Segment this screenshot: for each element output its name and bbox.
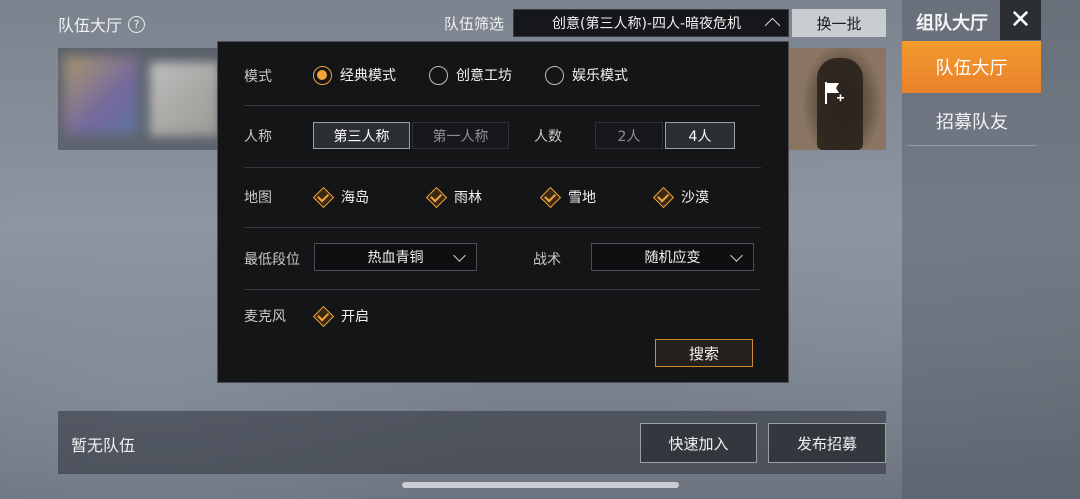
bottom-bar (58, 411, 886, 474)
help-icon[interactable]: ? (128, 15, 146, 33)
chevron-down-icon (730, 249, 743, 262)
divider (244, 289, 761, 290)
mode-option-label: 娱乐模式 (572, 68, 628, 84)
divider (244, 227, 761, 228)
team-card-thumbnail[interactable] (150, 62, 220, 136)
map-option-island[interactable]: 海岛 (312, 186, 369, 208)
divider (244, 105, 761, 106)
map-option-desert[interactable]: 沙漠 (652, 186, 709, 208)
team-filter-select[interactable]: 创意(第三人称)-四人-暗夜危机 (513, 9, 789, 37)
perspective-label: 人称 (244, 129, 272, 145)
lobby-title: 队伍大厅 ? (58, 12, 146, 36)
perspective-third-person[interactable]: 第三人称 (313, 122, 410, 149)
team-filter-value: 创意(第三人称)-四人-暗夜危机 (552, 16, 742, 32)
map-option-label: 雪地 (568, 190, 596, 206)
team-size-2[interactable]: 2人 (595, 122, 663, 149)
team-filter-label: 队伍筛选 (444, 15, 505, 33)
mode-option-classic[interactable]: 经典模式 (313, 65, 396, 85)
mode-option-label: 创意工坊 (456, 68, 512, 84)
home-indicator[interactable] (402, 482, 679, 488)
map-option-snow[interactable]: 雪地 (539, 186, 596, 208)
mode-label: 模式 (244, 69, 272, 85)
map-option-label: 海岛 (341, 190, 369, 206)
radio-selected-icon (313, 65, 332, 85)
map-option-label: 雨林 (454, 190, 482, 206)
mic-toggle[interactable]: 开启 (312, 305, 369, 327)
min-rank-label: 最低段位 (244, 252, 300, 268)
search-button[interactable]: 搜索 (655, 339, 753, 367)
tab-team-lobby[interactable]: 队伍大厅 (902, 41, 1041, 93)
flag-plus-icon (825, 82, 844, 104)
radio-empty-icon (429, 65, 448, 85)
check-diamond-icon (652, 186, 675, 208)
tactic-dropdown[interactable]: 随机应变 (591, 243, 754, 271)
tactic-value: 随机应变 (644, 250, 701, 266)
check-diamond-icon (312, 186, 335, 208)
filter-modal (217, 41, 789, 383)
close-button[interactable]: ✕ (1000, 0, 1041, 40)
check-diamond-icon (425, 186, 448, 208)
refresh-button[interactable]: 换一批 (792, 9, 886, 37)
no-team-text: 暂无队伍 (71, 436, 136, 455)
radio-empty-icon (545, 65, 564, 85)
create-team-card[interactable] (787, 48, 886, 150)
map-label: 地图 (244, 190, 272, 206)
map-option-label: 沙漠 (681, 190, 709, 206)
quick-join-button[interactable]: 快速加入 (640, 423, 757, 463)
divider (244, 167, 761, 168)
map-option-rainforest[interactable]: 雨林 (425, 186, 482, 208)
publish-recruit-button[interactable]: 发布招募 (768, 423, 886, 463)
mic-option-label: 开启 (341, 309, 369, 325)
side-panel-title: 组队大厅 (916, 13, 988, 34)
mode-option-fun[interactable]: 娱乐模式 (545, 65, 628, 85)
team-card-thumbnail[interactable] (64, 56, 138, 134)
close-icon: ✕ (1009, 5, 1032, 35)
check-diamond-icon (312, 305, 335, 327)
min-rank-dropdown[interactable]: 热血青铜 (314, 243, 477, 271)
mode-option-workshop[interactable]: 创意工坊 (429, 65, 512, 85)
lobby-title-text: 队伍大厅 (58, 16, 123, 35)
mode-option-label: 经典模式 (340, 68, 396, 84)
chevron-down-icon (453, 249, 466, 262)
check-diamond-icon (539, 186, 562, 208)
tab-recruit-teammates[interactable]: 招募队友 (907, 96, 1037, 146)
team-size-4[interactable]: 4人 (665, 122, 735, 149)
perspective-first-person[interactable]: 第一人称 (412, 122, 509, 149)
chevron-up-icon (764, 17, 781, 34)
min-rank-value: 热血青铜 (367, 250, 424, 266)
team-size-label: 人数 (534, 129, 562, 145)
tactic-label: 战术 (533, 252, 561, 268)
mic-label: 麦克风 (244, 309, 286, 325)
